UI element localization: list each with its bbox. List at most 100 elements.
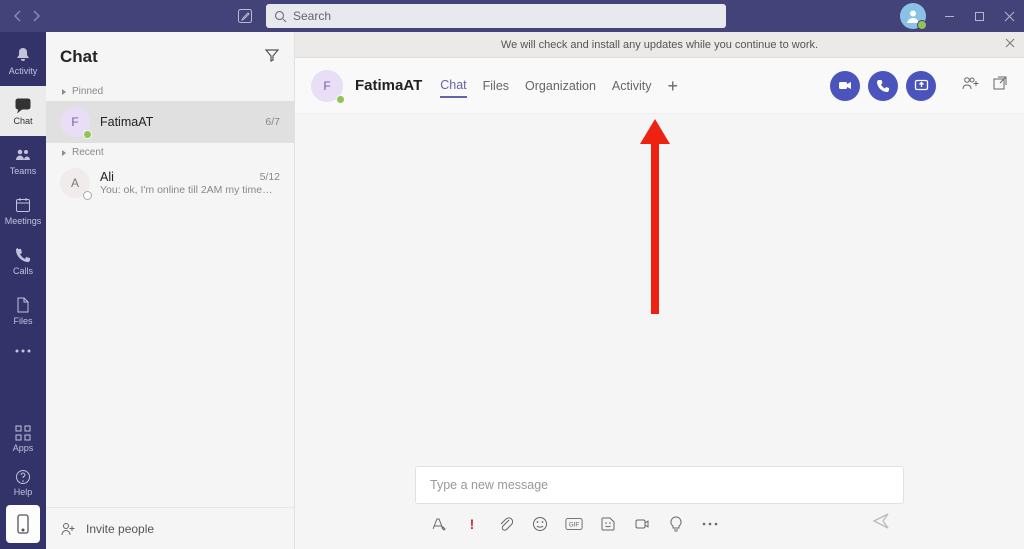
chat-main: We will check and install any updates wh…	[295, 32, 1024, 549]
emoji-icon	[532, 516, 548, 532]
invite-people-button[interactable]: Invite people	[46, 507, 294, 549]
composer-toolbar: ! GIF	[415, 504, 904, 545]
search-placeholder: Search	[293, 9, 331, 23]
gif-button[interactable]: GIF	[565, 515, 583, 533]
chat-item-preview: You: ok, I'm online till 2AM my time, an…	[100, 184, 275, 196]
sticker-button[interactable]	[599, 515, 617, 533]
presence-available-icon	[83, 130, 92, 139]
tab-activity[interactable]: Activity	[612, 75, 652, 97]
rail-chat[interactable]: Chat	[0, 86, 46, 136]
avatar: F	[60, 107, 90, 137]
caret-icon	[60, 149, 68, 157]
window-close-button[interactable]	[994, 0, 1024, 32]
format-icon	[430, 516, 446, 532]
file-icon	[14, 296, 32, 314]
tab-chat[interactable]: Chat	[440, 74, 466, 98]
chat-header: F FatimaAT Chat Files Organization Activ…	[295, 58, 1024, 114]
praise-button[interactable]	[667, 515, 685, 533]
gif-icon: GIF	[565, 517, 583, 531]
attach-icon	[498, 516, 514, 532]
rail-more[interactable]	[0, 336, 46, 366]
calendar-icon	[14, 196, 32, 214]
search-icon	[274, 10, 287, 23]
window-maximize-button[interactable]	[964, 0, 994, 32]
profile-avatar[interactable]	[900, 3, 926, 29]
bell-icon	[14, 46, 32, 64]
sticker-icon	[600, 516, 616, 532]
teams-icon	[14, 146, 32, 164]
rail-files[interactable]: Files	[0, 286, 46, 336]
apps-icon	[15, 425, 31, 441]
add-tab-button[interactable]: +	[668, 77, 679, 95]
priority-button[interactable]: !	[463, 515, 481, 533]
new-chat-button[interactable]	[234, 5, 256, 27]
popout-icon	[992, 75, 1008, 91]
add-people-button[interactable]	[962, 75, 980, 96]
chat-list-title: Chat	[60, 47, 98, 67]
format-button[interactable]	[429, 515, 447, 533]
presence-offline-icon	[83, 191, 92, 200]
rail-apps[interactable]: Apps	[0, 417, 46, 461]
messages-area	[295, 114, 1024, 466]
chat-icon	[14, 96, 32, 114]
filter-button[interactable]	[264, 47, 280, 68]
update-banner: We will check and install any updates wh…	[295, 32, 1024, 58]
chat-title: FatimaAT	[355, 77, 422, 94]
caret-icon	[60, 88, 68, 96]
banner-text: We will check and install any updates wh…	[501, 39, 818, 51]
nav-back-button[interactable]	[10, 8, 26, 24]
screen-share-button[interactable]	[906, 71, 936, 101]
send-icon	[872, 512, 890, 530]
video-call-button[interactable]	[830, 71, 860, 101]
video-icon	[838, 78, 853, 93]
mobile-icon	[16, 514, 30, 534]
chat-item-date: 5/12	[260, 171, 280, 183]
more-icon	[14, 348, 32, 354]
chat-list-panel: Chat Pinned F FatimaAT 6/7	[46, 32, 295, 549]
svg-text:GIF: GIF	[569, 521, 580, 528]
schedule-meeting-button[interactable]	[633, 515, 651, 533]
meetnow-icon	[634, 516, 650, 532]
chat-item-ali[interactable]: A Ali 5/12 You: ok, I'm online till 2AM …	[46, 162, 294, 204]
app-rail: Activity Chat Teams Meetings Calls Files	[0, 32, 46, 549]
attach-button[interactable]	[497, 515, 515, 533]
banner-close-button[interactable]	[1004, 37, 1016, 52]
message-input[interactable]: Type a new message	[415, 466, 904, 504]
chat-item-fatimaat[interactable]: F FatimaAT 6/7	[46, 101, 294, 143]
emoji-button[interactable]	[531, 515, 549, 533]
message-placeholder: Type a new message	[430, 478, 548, 492]
audio-call-button[interactable]	[868, 71, 898, 101]
pop-out-button[interactable]	[992, 75, 1008, 96]
section-recent[interactable]: Recent	[46, 143, 294, 162]
help-icon	[15, 469, 31, 485]
window-minimize-button[interactable]	[934, 0, 964, 32]
phone-icon	[876, 78, 891, 93]
chat-item-name: Ali	[100, 170, 114, 184]
avatar: A	[60, 168, 90, 198]
close-icon	[1004, 37, 1016, 49]
send-button[interactable]	[872, 512, 890, 535]
chat-item-name: FatimaAT	[100, 115, 153, 129]
search-input[interactable]: Search	[266, 4, 726, 28]
chat-item-date: 6/7	[265, 116, 280, 128]
rail-activity[interactable]: Activity	[0, 36, 46, 86]
rail-calls[interactable]: Calls	[0, 236, 46, 286]
tab-organization[interactable]: Organization	[525, 75, 596, 97]
add-people-icon	[962, 75, 980, 91]
nav-forward-button[interactable]	[28, 8, 44, 24]
tab-files[interactable]: Files	[483, 75, 509, 97]
more-compose-button[interactable]	[701, 515, 719, 533]
section-pinned[interactable]: Pinned	[46, 82, 294, 101]
bulb-icon	[669, 516, 683, 532]
title-bar: Search	[0, 0, 1024, 32]
annotation-arrow-icon	[635, 114, 675, 314]
rail-teams[interactable]: Teams	[0, 136, 46, 186]
rail-meetings[interactable]: Meetings	[0, 186, 46, 236]
avatar: F	[311, 70, 343, 102]
filter-icon	[264, 47, 280, 63]
invite-icon	[60, 521, 76, 537]
rail-help[interactable]: Help	[0, 461, 46, 505]
share-screen-icon	[914, 78, 929, 93]
presence-available-icon	[336, 95, 345, 104]
rail-mobile-button[interactable]	[6, 505, 40, 543]
